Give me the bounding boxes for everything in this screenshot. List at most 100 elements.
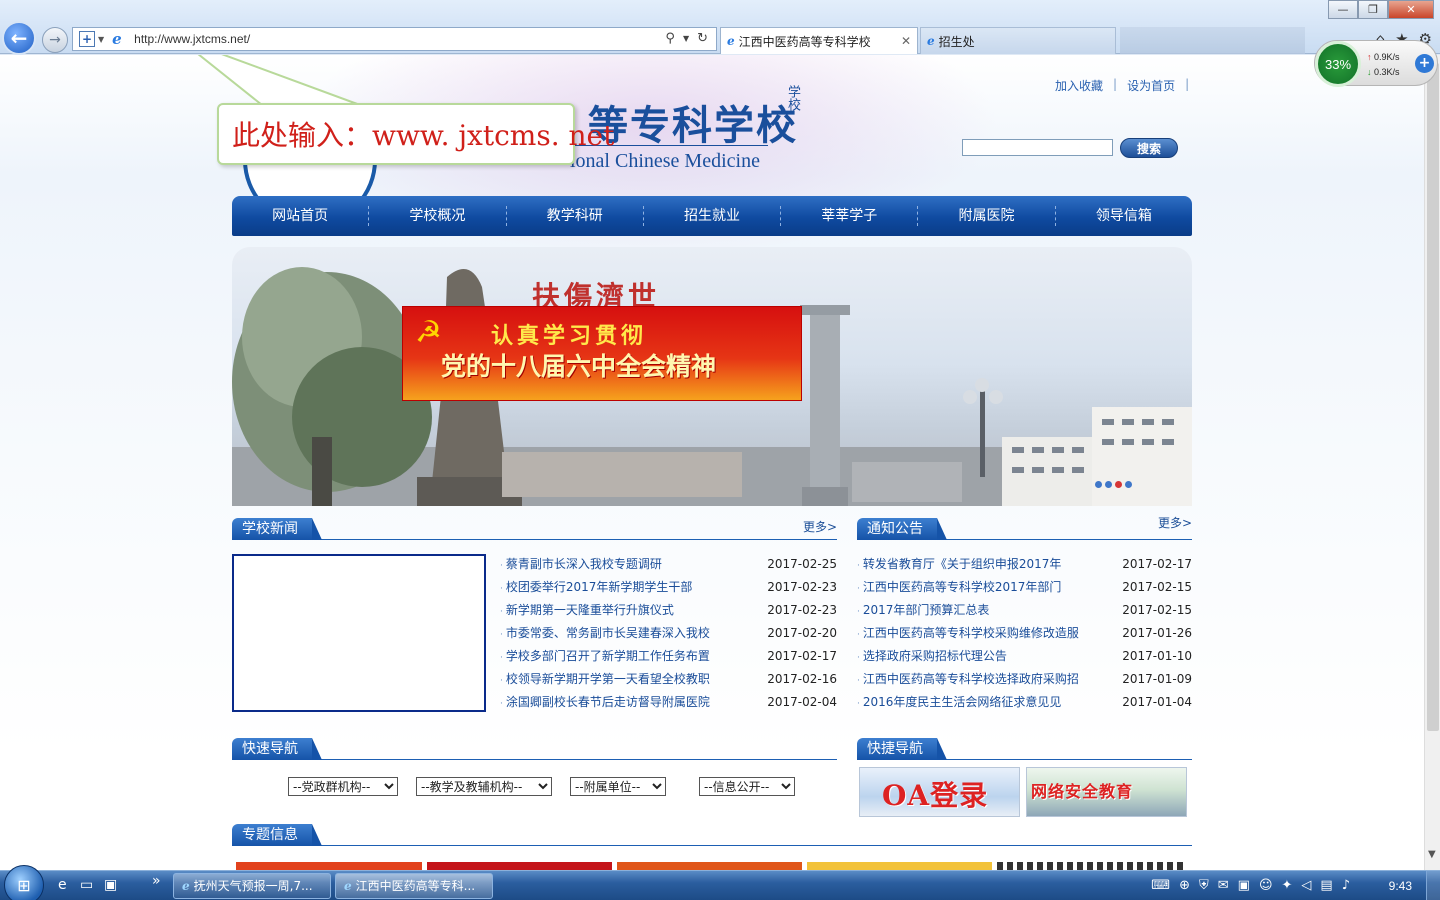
list-item[interactable]: · 2017年部门预算汇总表 2017-02-15 (857, 599, 1192, 622)
party-banner[interactable]: ☭ 认真学习贯彻 党的十八届六中全会精神 (402, 306, 802, 401)
news-title[interactable]: 涂国卿副校长春节后走访督导附属医院 (506, 695, 710, 709)
add-icon[interactable]: ⊕ (1179, 878, 1190, 893)
overflow-icon[interactable]: » (152, 873, 161, 889)
special-thumb[interactable] (617, 862, 802, 870)
nav-teaching[interactable]: 教学科研 (507, 206, 644, 226)
network-icon[interactable]: ▤ (1320, 878, 1332, 893)
notice-title[interactable]: 2016年度民主生活会网络征求意见见 (863, 695, 1062, 709)
select-affiliates[interactable]: --附属单位-- (570, 777, 666, 796)
search-icon[interactable]: ⚲ (665, 31, 675, 47)
notice-title[interactable]: 选择政府采购招标代理公告 (863, 649, 1007, 663)
nav-hospital[interactable]: 附属医院 (918, 206, 1056, 226)
close-button[interactable]: ✕ (1388, 0, 1434, 19)
taskbar-item[interactable]: e 抚州天气预报一周,7... (173, 873, 331, 899)
nav-mailbox[interactable]: 领导信箱 (1056, 206, 1192, 226)
url-text[interactable]: http://www.jxtcms.net/ (134, 32, 665, 46)
news-title[interactable]: 学校多部门召开了新学期工作任务布置 (506, 649, 710, 663)
add-favorite-link[interactable]: 加入收藏 (1055, 77, 1103, 94)
news-title[interactable]: 校领导新学期开学第一天看望全校教职 (506, 672, 710, 686)
news-title[interactable]: 蔡青副市长深入我校专题调研 (506, 557, 662, 571)
list-item[interactable]: · 2016年度民主生活会网络征求意见见 2017-01-04 (857, 691, 1192, 714)
special-thumb[interactable] (997, 862, 1183, 870)
select-info-disclosure[interactable]: --信息公开-- (699, 777, 795, 796)
more-link[interactable]: 更多> (803, 518, 837, 535)
chevron-down-icon[interactable]: ▼ (98, 35, 104, 44)
minimize-button[interactable]: — (1328, 0, 1358, 19)
tab-close-icon[interactable]: ✕ (901, 34, 911, 48)
address-bar[interactable]: + ▼ e http://www.jxtcms.net/ ⚲ ▼ ↻ (72, 27, 717, 51)
list-item[interactable]: · 蔡青副市长深入我校专题调研 2017-02-25 (500, 553, 837, 576)
refresh-icon[interactable]: ↻ (697, 31, 708, 47)
carousel-dot[interactable] (1125, 481, 1132, 488)
desktop-icon[interactable]: ▭ (80, 877, 93, 893)
memory-percent: 33% (1315, 41, 1361, 87)
more-link[interactable]: 更多> (1158, 514, 1192, 531)
list-item[interactable]: · 选择政府采购招标代理公告 2017-01-10 (857, 645, 1192, 668)
list-item[interactable]: · 校领导新学期开学第一天看望全校教职 2017-02-16 (500, 668, 837, 691)
notice-title[interactable]: 江西中医药高等专科学校选择政府采购招 (863, 672, 1079, 686)
set-homepage-link[interactable]: 设为首页 (1127, 77, 1175, 94)
special-thumb[interactable] (236, 862, 422, 870)
vertical-scrollbar[interactable]: ▼ (1424, 55, 1440, 870)
network-security-link[interactable]: 网络安全教育 (1026, 767, 1187, 817)
nav-overview[interactable]: 学校概况 (369, 206, 507, 226)
chevron-down-icon[interactable]: ▼ (683, 31, 689, 47)
list-item[interactable]: · 转发省教育厅《关于组织申报2017年 2017-02-17 (857, 553, 1192, 576)
select-teaching-orgs[interactable]: --教学及教辅机构-- (416, 777, 552, 796)
oa-login-link[interactable]: OA登录 (859, 767, 1020, 817)
chevron-down-icon[interactable]: ▼ (1428, 849, 1436, 860)
clock[interactable]: 9:43 (1389, 879, 1412, 893)
scroll-thumb[interactable] (1427, 63, 1439, 731)
notice-title[interactable]: 转发省教育厅《关于组织申报2017年 (863, 557, 1062, 571)
add-site-icon[interactable]: + (79, 31, 95, 47)
carousel-dot[interactable] (1105, 481, 1112, 488)
list-item[interactable]: · 市委常委、常务副市长吴建春深入我校 2017-02-20 (500, 622, 837, 645)
news-image-frame[interactable] (232, 554, 486, 712)
maximize-button[interactable]: ❐ (1358, 0, 1388, 19)
network-activity-icon[interactable]: ✦ (1282, 878, 1293, 893)
taskbar-item-active[interactable]: e 江西中医药高等专科... (335, 873, 493, 899)
start-button[interactable]: ⊞ (4, 865, 44, 900)
notice-title[interactable]: 2017年部门预算汇总表 (863, 603, 990, 617)
list-item[interactable]: · 江西中医药高等专科学校2017年部门 2017-02-15 (857, 576, 1192, 599)
list-item[interactable]: · 涂国卿副校长春节后走访督导附属医院 2017-02-04 (500, 691, 837, 714)
tab-admissions[interactable]: e 招生处 (920, 27, 1116, 54)
list-item[interactable]: · 江西中医药高等专科学校选择政府采购招 2017-01-09 (857, 668, 1192, 691)
carousel-dot[interactable] (1115, 481, 1122, 488)
select-party-orgs[interactable]: --党政群机构-- (288, 777, 398, 796)
special-thumb[interactable] (807, 862, 992, 870)
search-button[interactable]: 搜索 (1120, 138, 1178, 158)
hero-banner[interactable]: 扶傷濟世 ☭ 认真学习贯彻 党的十八届六中全会精神 (232, 247, 1192, 506)
speaker-muted-icon[interactable]: ◁ (1301, 878, 1311, 893)
list-item[interactable]: · 江西中医药高等专科学校采购维修改造服 2017-01-26 (857, 622, 1192, 645)
plus-icon[interactable]: + (1415, 54, 1434, 73)
back-button[interactable]: ← (2, 21, 36, 55)
notice-title[interactable]: 江西中医药高等专科学校2017年部门 (863, 580, 1062, 594)
news-title[interactable]: 新学期第一天隆重举行升旗仪式 (506, 603, 674, 617)
list-item[interactable]: · 学校多部门召开了新学期工作任务布置 2017-02-17 (500, 645, 837, 668)
nav-home[interactable]: 网站首页 (232, 206, 370, 226)
network-speed-widget[interactable]: 33% ↑ 0.9K/s ↓ 0.3K/s + (1314, 40, 1438, 87)
lock-icon[interactable]: ▣ (1238, 878, 1250, 893)
volume-icon[interactable]: ♪ (1342, 878, 1350, 893)
shield-icon[interactable]: ⛨ (1199, 878, 1209, 893)
notice-title[interactable]: 江西中医药高等专科学校采购维修改造服 (863, 626, 1079, 640)
list-item[interactable]: · 新学期第一天隆重举行升旗仪式 2017-02-23 (500, 599, 837, 622)
carousel-dot[interactable] (1095, 481, 1102, 488)
list-item[interactable]: · 校团委举行2017年新学期学生干部 2017-02-23 (500, 576, 837, 599)
special-thumb[interactable] (427, 862, 612, 870)
ie-quicklaunch-icon[interactable]: e (58, 877, 67, 893)
nav-admissions[interactable]: 招生就业 (644, 206, 782, 226)
keyboard-icon[interactable]: ⌨ (1151, 878, 1170, 893)
window-switch-icon[interactable]: ▣ (104, 877, 117, 893)
chat-icon[interactable]: ✉ (1218, 878, 1229, 893)
tab-jxtcms[interactable]: e 江西中医药高等专科学校 ✕ (720, 27, 918, 54)
tab-new[interactable] (1120, 27, 1305, 54)
qq-icon[interactable]: ☺ (1259, 878, 1273, 893)
show-desktop-button[interactable] (1426, 871, 1440, 900)
nav-students[interactable]: 莘莘学子 (781, 206, 919, 226)
news-title[interactable]: 校团委举行2017年新学期学生干部 (506, 580, 693, 594)
news-title[interactable]: 市委常委、常务副市长吴建春深入我校 (506, 626, 710, 640)
forward-button[interactable]: → (42, 27, 68, 53)
search-input[interactable] (962, 139, 1113, 156)
